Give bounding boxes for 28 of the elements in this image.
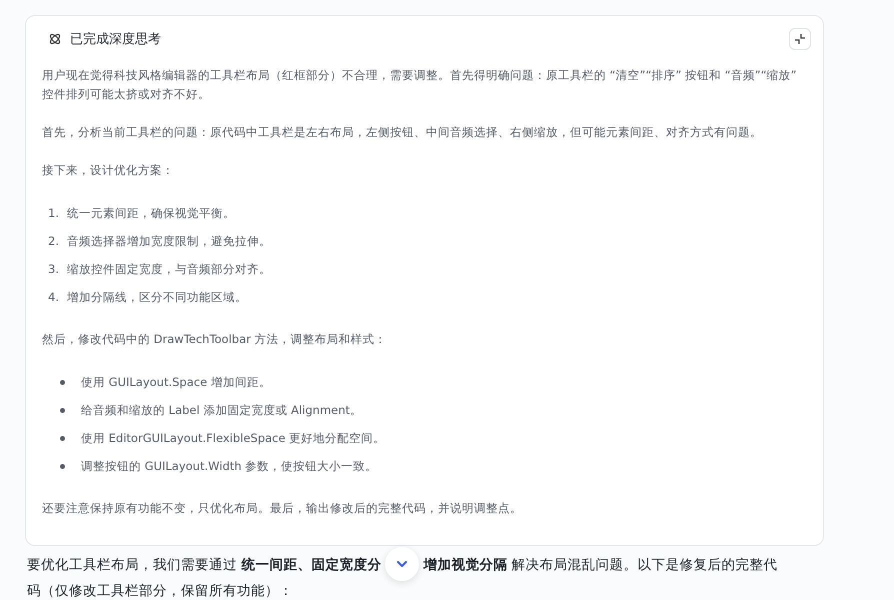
list-number: 1.: [48, 204, 59, 222]
bullet-icon: [60, 464, 65, 468]
answer-text: 码（仅修改工具栏部分，保留所有功能）：: [27, 582, 294, 600]
thinking-paragraph: 首先，分析当前工具栏的问题：原代码中工具栏是左右布局，左侧按钮、中间音频选择、右侧缩放，但可能元素间距、对齐方式有问题。: [42, 124, 763, 141]
thinking-title: 已完成深度思考: [70, 31, 162, 48]
list-item-text: 调整按钮的 GUILayout.Width 参数，使按钮大小一致。: [81, 458, 378, 474]
bullet-icon: [60, 380, 65, 384]
answer-text: 增加视觉分隔 解决布局混乱问题。以下是修复后的完整代: [423, 556, 778, 575]
list-item-text: 缩放控件固定宽度，与音频部分对齐。: [66, 260, 271, 278]
bullet-icon: [60, 436, 65, 440]
list-number: 2.: [48, 232, 59, 250]
list-item-text: 统一元素间距，确保视觉平衡。: [66, 204, 235, 222]
list-number: 4.: [48, 288, 59, 306]
thinking-paragraph: 用户现在觉得科技风格编辑器的工具栏布局（红框部分）不合理，需要调整。首先得明确问题：原工具栏的 “清空”“排序” 按钮和 “音频”“缩放” 控件排列可能太挤或对齐不好。: [42, 67, 798, 103]
collapse-button[interactable]: [789, 28, 811, 50]
collapse-icon: [794, 33, 806, 45]
thinking-paragraph: 然后，修改代码中的 DrawTechToolbar 方法，调整布局和样式：: [42, 331, 388, 348]
bullet-icon: [60, 408, 65, 412]
list-item-text: 使用 EditorGUILayout.FlexibleSpace 更好地分配空间。: [81, 430, 386, 446]
list-item-text: 给音频和缩放的 Label 添加固定宽度或 Alignment。: [81, 402, 362, 418]
list-item-text: 音频选择器增加宽度限制，避免拉伸。: [66, 232, 271, 250]
thinking-paragraph: 还要注意保持原有功能不变，只优化布局。最后，输出修改后的完整代码，并说明调整点。: [42, 500, 523, 517]
list-item-text: 增加分隔线，区分不同功能区域。: [66, 288, 247, 306]
thinking-paragraph: 接下来，设计优化方案：: [42, 162, 175, 179]
answer-text: 要优化工具栏布局，我们需要通过 统一间距、固定宽度分: [27, 556, 382, 575]
list-number: 3.: [48, 260, 59, 278]
list-item-text: 使用 GUILayout.Space 增加间距。: [81, 374, 271, 390]
atom-icon: [48, 32, 62, 46]
